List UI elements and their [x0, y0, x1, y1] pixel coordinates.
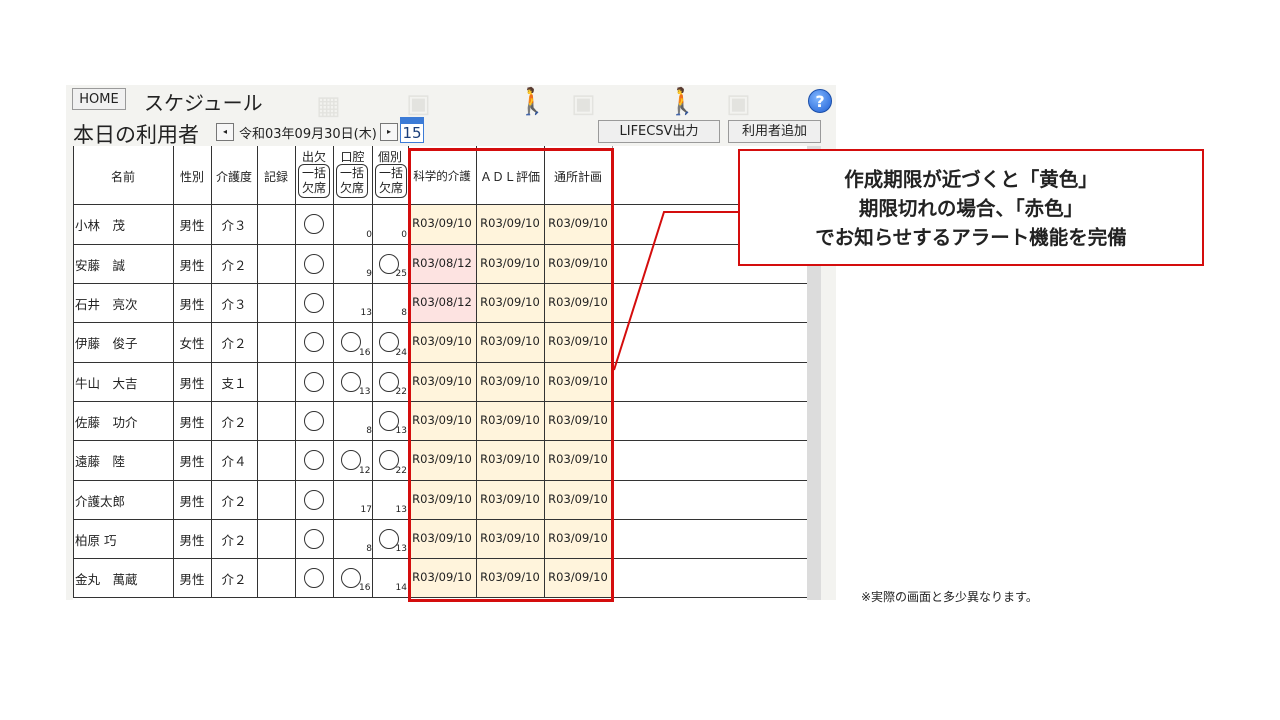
callout-line-1: 作成期限が近づくと「黄色」	[844, 168, 1098, 191]
callout-pointer	[613, 211, 738, 371]
alert-callout: 作成期限が近づくと「黄色」 期限切れの場合、「赤色」 でお知らせするアラート機能…	[738, 149, 1204, 266]
disclaimer-note: ※実際の画面と多少異なります。	[861, 590, 1038, 604]
callout-line-3: でお知らせするアラート機能を完備	[815, 226, 1127, 249]
callout-line-2: 期限切れの場合、「赤色」	[858, 197, 1084, 220]
